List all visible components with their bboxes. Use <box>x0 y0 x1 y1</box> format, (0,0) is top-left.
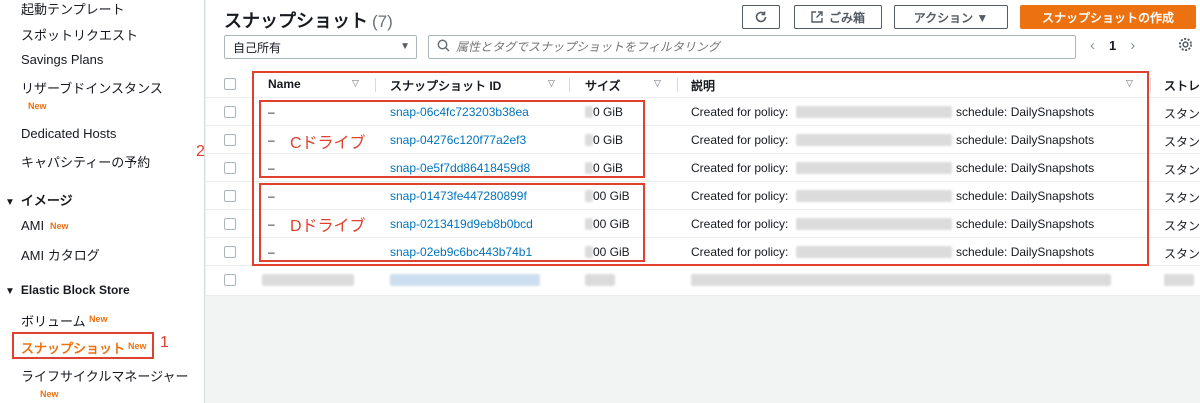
filter-search-input[interactable] <box>456 40 1056 54</box>
external-link-icon <box>811 11 823 23</box>
sidebar-item-savings-plans[interactable]: Savings Plans <box>21 52 103 67</box>
new-badge: New <box>28 101 47 111</box>
new-badge: New <box>50 221 69 231</box>
column-divider <box>1150 78 1151 92</box>
recycle-bin-label: ごみ箱 <box>828 10 865 25</box>
cell-storage-tier: スタン <box>1164 107 1200 121</box>
select-all-checkbox[interactable] <box>224 78 236 90</box>
row-checkbox[interactable] <box>224 274 236 286</box>
current-page-number[interactable]: 1 <box>1109 38 1116 53</box>
title-count: (7) <box>372 12 393 31</box>
redacted-text <box>585 274 615 286</box>
sidebar-item-spot-requests[interactable]: スポットリクエスト <box>21 25 138 44</box>
search-icon <box>437 39 450 55</box>
cell-storage-tier: スタン <box>1164 247 1200 261</box>
page-title: スナップショット (7) <box>224 7 393 33</box>
cell-storage-tier: スタン <box>1164 191 1200 205</box>
cell-storage-tier: スタン <box>1164 219 1200 233</box>
caret-down-icon: ▼ <box>5 286 15 297</box>
row-checkbox[interactable] <box>224 218 236 230</box>
owner-filter-value: 自己所有 <box>233 40 282 55</box>
create-snapshot-button[interactable]: スナップショットの作成 <box>1020 5 1196 29</box>
refresh-icon <box>755 11 767 23</box>
actions-dropdown-button[interactable]: アクション ▼ <box>894 5 1008 29</box>
title-text: スナップショット <box>224 11 368 31</box>
owner-filter-select[interactable]: 自己所有 ▼ <box>224 35 417 59</box>
redacted-text <box>262 274 354 286</box>
cell-storage-tier: スタン <box>1164 135 1200 149</box>
chevron-left-icon[interactable]: ‹ <box>1090 37 1095 54</box>
gear-icon[interactable] <box>1178 37 1193 56</box>
redacted-link <box>390 274 540 286</box>
annotation-label-d-drive: Dドライブ <box>290 218 366 235</box>
snapshots-panel: スナップショット (7) ごみ箱 アクション ▼ スナップショットの作成 自己所有… <box>206 0 1200 296</box>
annotation-label-c-drive: Cドライブ <box>290 135 366 152</box>
row-checkbox[interactable] <box>224 106 236 118</box>
caret-down-icon: ▼ <box>5 197 15 208</box>
sidebar-item-launch-templates[interactable]: 起動テンプレート <box>21 0 125 18</box>
row-checkbox[interactable] <box>224 134 236 146</box>
cell-storage-tier: スタン <box>1164 163 1200 177</box>
sidebar-item-reserved-instances[interactable]: リザーブドインスタンス <box>21 78 163 97</box>
sidebar-item-snapshots[interactable]: スナップショット <box>21 338 125 357</box>
sidebar-section-images[interactable]: ▼ イメージ <box>5 190 73 209</box>
annotation-number-2: 2 <box>196 143 205 160</box>
column-header-storage-tier[interactable]: ストレ <box>1164 77 1200 94</box>
sidebar-nav: 起動テンプレート スポットリクエスト Savings Plans リザーブドイン… <box>0 0 205 403</box>
sidebar-item-ami-catalog[interactable]: AMI カタログ <box>21 245 100 264</box>
sidebar-item-capacity-reservations[interactable]: キャパシティーの予約 <box>21 152 150 171</box>
sidebar-item-dedicated-hosts[interactable]: Dedicated Hosts <box>21 126 116 141</box>
caret-down-icon: ▼ <box>400 41 410 52</box>
redacted-text <box>1164 274 1194 286</box>
sidebar-item-volumes[interactable]: ボリューム <box>21 311 86 330</box>
table-row-redacted[interactable] <box>206 266 1200 294</box>
row-checkbox[interactable] <box>224 162 236 174</box>
sidebar-section-ebs[interactable]: ▼ Elastic Block Store <box>5 283 130 297</box>
annotation-number-1: 1 <box>160 334 169 351</box>
recycle-bin-button[interactable]: ごみ箱 <box>794 5 882 29</box>
redacted-text <box>691 274 1111 286</box>
sidebar-item-lifecycle-manager[interactable]: ライフサイクルマネージャー <box>21 366 188 385</box>
new-badge: New <box>128 341 147 351</box>
pagination: ‹ 1 › <box>1090 37 1135 54</box>
sidebar-item-ami[interactable]: AMI <box>21 218 44 233</box>
new-badge: New <box>89 314 108 324</box>
section-label: イメージ <box>20 193 73 208</box>
filter-search-box[interactable] <box>428 35 1076 59</box>
refresh-button[interactable] <box>742 5 780 29</box>
new-badge: New <box>40 389 59 399</box>
section-label: Elastic Block Store <box>20 283 130 297</box>
row-checkbox[interactable] <box>224 190 236 202</box>
row-checkbox[interactable] <box>224 246 236 258</box>
chevron-right-icon[interactable]: › <box>1130 37 1135 54</box>
main-content: スナップショット (7) ごみ箱 アクション ▼ スナップショットの作成 自己所有… <box>206 0 1200 403</box>
